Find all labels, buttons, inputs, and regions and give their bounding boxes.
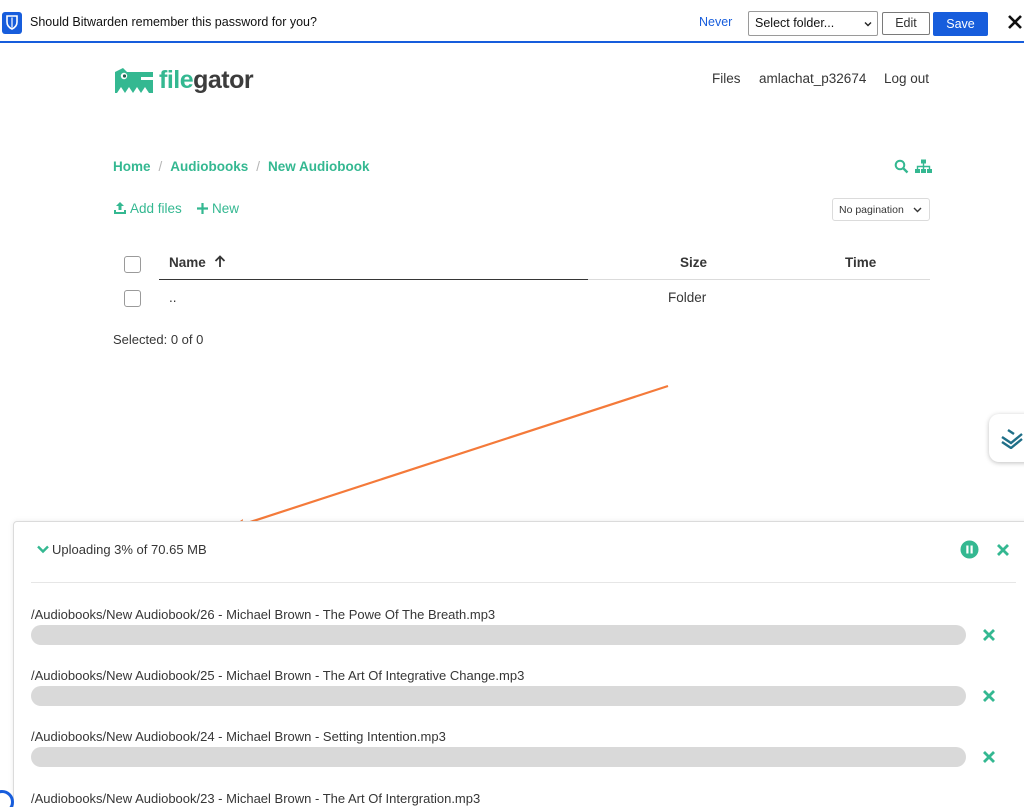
arrow-up-icon [214, 255, 225, 267]
upload-progress-bar [31, 686, 966, 706]
upload-status: Uploading 3% of 70.65 MB [52, 542, 207, 557]
search-icon[interactable] [894, 159, 909, 174]
floating-side-widget[interactable] [989, 414, 1024, 462]
chevron-down-icon [37, 545, 49, 554]
breadcrumb: Home / Audiobooks / New Audiobook [113, 159, 370, 174]
logo-wordmark: filegator [159, 66, 254, 95]
header-divider [588, 279, 930, 280]
selected-count: Selected: 0 of 0 [113, 332, 204, 347]
bitwarden-notification-bar: Should Bitwarden remember this password … [0, 0, 1024, 43]
row-size: Folder [668, 290, 707, 305]
book-stack-icon [1001, 429, 1023, 449]
upload-file-path: /Audiobooks/New Audiobook/25 - Michael B… [31, 668, 525, 683]
cancel-all-icon[interactable] [996, 543, 1010, 557]
folder-select[interactable]: Select folder... [748, 11, 878, 36]
logo-part-gator: gator [193, 66, 254, 94]
bitwarden-message: Should Bitwarden remember this password … [30, 15, 317, 29]
new-label: New [212, 201, 240, 216]
upload-file-path: /Audiobooks/New Audiobook/26 - Michael B… [31, 607, 496, 622]
column-header-name[interactable]: Name [169, 255, 226, 270]
row-name[interactable]: .. [169, 290, 177, 305]
select-all-checkbox[interactable] [124, 256, 141, 273]
bitwarden-shield-icon [2, 12, 22, 34]
new-button[interactable]: New [196, 201, 239, 216]
chevron-down-icon [913, 207, 922, 213]
folder-select-value: Select folder... [755, 16, 835, 30]
nav-user[interactable]: amlachat_p32674 [759, 71, 866, 86]
logo-part-file: file [159, 66, 194, 94]
upload-status-toggle[interactable]: Uploading 3% of 70.65 MB [37, 542, 207, 557]
pagination-select[interactable]: No pagination [832, 198, 930, 221]
column-name-label: Name [169, 255, 206, 270]
floating-circle-button[interactable] [0, 790, 14, 807]
filegator-logo[interactable]: filegator [113, 62, 263, 96]
cancel-upload-icon[interactable] [982, 689, 996, 703]
gator-icon [115, 68, 153, 93]
breadcrumb-audiobooks[interactable]: Audiobooks [170, 159, 248, 174]
pagination-value: No pagination [839, 204, 904, 216]
upload-progress-bar [31, 625, 966, 645]
row-checkbox[interactable] [124, 290, 141, 307]
cancel-upload-icon[interactable] [982, 750, 996, 764]
chevron-down-icon [864, 22, 872, 27]
add-files-button[interactable]: Add files [113, 201, 182, 216]
breadcrumb-new-audiobook[interactable]: New Audiobook [268, 159, 370, 174]
nav-logout[interactable]: Log out [884, 71, 929, 86]
sorted-column-underline [159, 279, 588, 280]
plus-icon [197, 203, 208, 214]
column-header-time[interactable]: Time [845, 255, 876, 270]
nav-files[interactable]: Files [712, 71, 741, 86]
save-button[interactable]: Save [933, 12, 988, 36]
sitemap-icon[interactable] [915, 159, 932, 174]
upload-file-path: /Audiobooks/New Audiobook/23 - Michael B… [31, 791, 481, 806]
pause-icon[interactable] [960, 540, 979, 559]
breadcrumb-separator: / [256, 159, 261, 174]
upload-progress-bar [31, 747, 966, 767]
close-icon[interactable] [1007, 14, 1023, 30]
add-files-label: Add files [130, 201, 182, 216]
breadcrumb-home[interactable]: Home [113, 159, 151, 174]
breadcrumb-separator: / [158, 159, 163, 174]
cancel-upload-icon[interactable] [982, 628, 996, 642]
edit-button[interactable]: Edit [882, 12, 930, 35]
upload-panel-divider [31, 582, 1016, 583]
upload-icon [114, 202, 126, 214]
never-link[interactable]: Never [699, 15, 732, 29]
upload-file-path: /Audiobooks/New Audiobook/24 - Michael B… [31, 729, 446, 744]
column-header-size[interactable]: Size [680, 255, 707, 270]
